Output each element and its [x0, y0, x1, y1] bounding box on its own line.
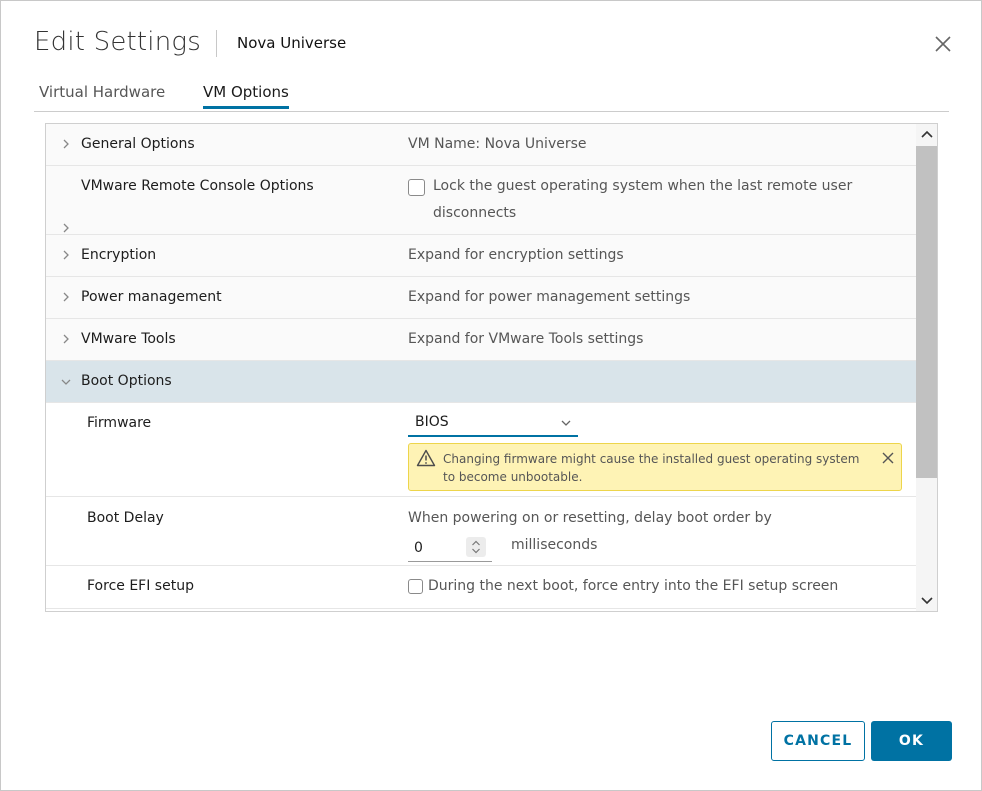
close-icon[interactable]	[881, 451, 895, 465]
tab-vm-options[interactable]: VM Options	[203, 83, 289, 109]
firmware-selected-value: BIOS	[415, 414, 449, 430]
boot-delay-unit: milliseconds	[511, 537, 598, 553]
boot-options-label: Boot Options	[81, 373, 172, 389]
boot-delay-label: Boot Delay	[87, 510, 164, 526]
vmware-tools-value: Expand for VMware Tools settings	[408, 331, 644, 347]
chevron-right-icon[interactable]	[60, 333, 72, 345]
boot-delay-stepper[interactable]	[466, 537, 486, 557]
force-efi-checkbox[interactable]	[408, 579, 423, 594]
encryption-value: Expand for encryption settings	[408, 247, 624, 263]
chevron-down-icon[interactable]	[60, 376, 72, 388]
lock-guest-checkbox[interactable]	[408, 179, 425, 196]
firmware-warning-alert: Changing firmware might cause the instal…	[408, 443, 902, 491]
options-list: General Options VM Name: Nova Universe V…	[46, 124, 916, 609]
row-power-management[interactable]: Power management Expand for power manage…	[46, 277, 916, 319]
vm-options-panel: General Options VM Name: Nova Universe V…	[45, 123, 938, 612]
row-firmware: Firmware BIOS Changing firmware might ca…	[46, 403, 916, 497]
chevron-right-icon[interactable]	[60, 138, 72, 150]
remote-console-label: VMware Remote Console Options	[81, 178, 314, 194]
scroll-up-icon[interactable]	[920, 128, 934, 142]
force-efi-text: During the next boot, force entry into t…	[428, 578, 839, 594]
tab-bar: Virtual Hardware VM Options	[34, 71, 949, 112]
power-management-value: Expand for power management settings	[408, 289, 691, 305]
title-divider	[216, 30, 217, 57]
firmware-warning-text: Changing firmware might cause the instal…	[443, 450, 863, 486]
edit-settings-dialog: Edit Settings Nova Universe Virtual Hard…	[0, 0, 982, 791]
firmware-label: Firmware	[87, 415, 152, 431]
boot-delay-value: 0	[414, 540, 423, 556]
scroll-down-icon[interactable]	[920, 593, 934, 607]
warning-line-1: Changing firmware might cause the instal…	[443, 452, 860, 466]
boot-delay-input[interactable]: 0	[408, 537, 492, 562]
tab-virtual-hardware[interactable]: Virtual Hardware	[39, 83, 165, 109]
vmware-tools-label: VMware Tools	[81, 331, 176, 347]
scroll-thumb[interactable]	[916, 146, 937, 478]
general-options-value: VM Name: Nova Universe	[408, 136, 587, 152]
ok-button[interactable]: OK	[871, 721, 952, 761]
lock-guest-text-2: disconnects	[433, 205, 517, 221]
encryption-label: Encryption	[81, 247, 157, 263]
row-vmware-tools[interactable]: VMware Tools Expand for VMware Tools set…	[46, 319, 916, 361]
warning-line-2: to become unbootable.	[443, 470, 583, 484]
row-force-efi-setup: Force EFI setup During the next boot, fo…	[46, 566, 916, 609]
row-boot-delay: Boot Delay When powering on or resetting…	[46, 497, 916, 566]
firmware-select[interactable]: BIOS	[408, 411, 578, 437]
general-options-label: General Options	[81, 136, 195, 152]
chevron-right-icon[interactable]	[60, 291, 72, 303]
panel-scrollbar[interactable]	[916, 124, 937, 611]
power-management-label: Power management	[81, 289, 222, 305]
lock-guest-text-1: Lock the guest operating system when the…	[433, 178, 853, 194]
chevron-right-icon[interactable]	[60, 222, 72, 234]
chevron-right-icon[interactable]	[60, 249, 72, 261]
row-encryption[interactable]: Encryption Expand for encryption setting…	[46, 235, 916, 277]
warning-icon	[416, 449, 436, 467]
force-efi-label: Force EFI setup	[87, 578, 194, 594]
row-general-options[interactable]: General Options VM Name: Nova Universe	[46, 124, 916, 166]
chevron-down-icon	[561, 420, 571, 426]
row-remote-console-options[interactable]: VMware Remote Console Options Lock the g…	[46, 166, 916, 235]
close-icon[interactable]	[931, 32, 955, 56]
dialog-title: Edit Settings	[34, 27, 201, 57]
row-boot-options[interactable]: Boot Options	[46, 361, 916, 403]
boot-delay-description: When powering on or resetting, delay boo…	[408, 510, 772, 526]
vm-name-subtitle: Nova Universe	[237, 34, 347, 52]
spinner-arrows-icon	[472, 540, 480, 554]
cancel-button[interactable]: CANCEL	[771, 721, 865, 761]
